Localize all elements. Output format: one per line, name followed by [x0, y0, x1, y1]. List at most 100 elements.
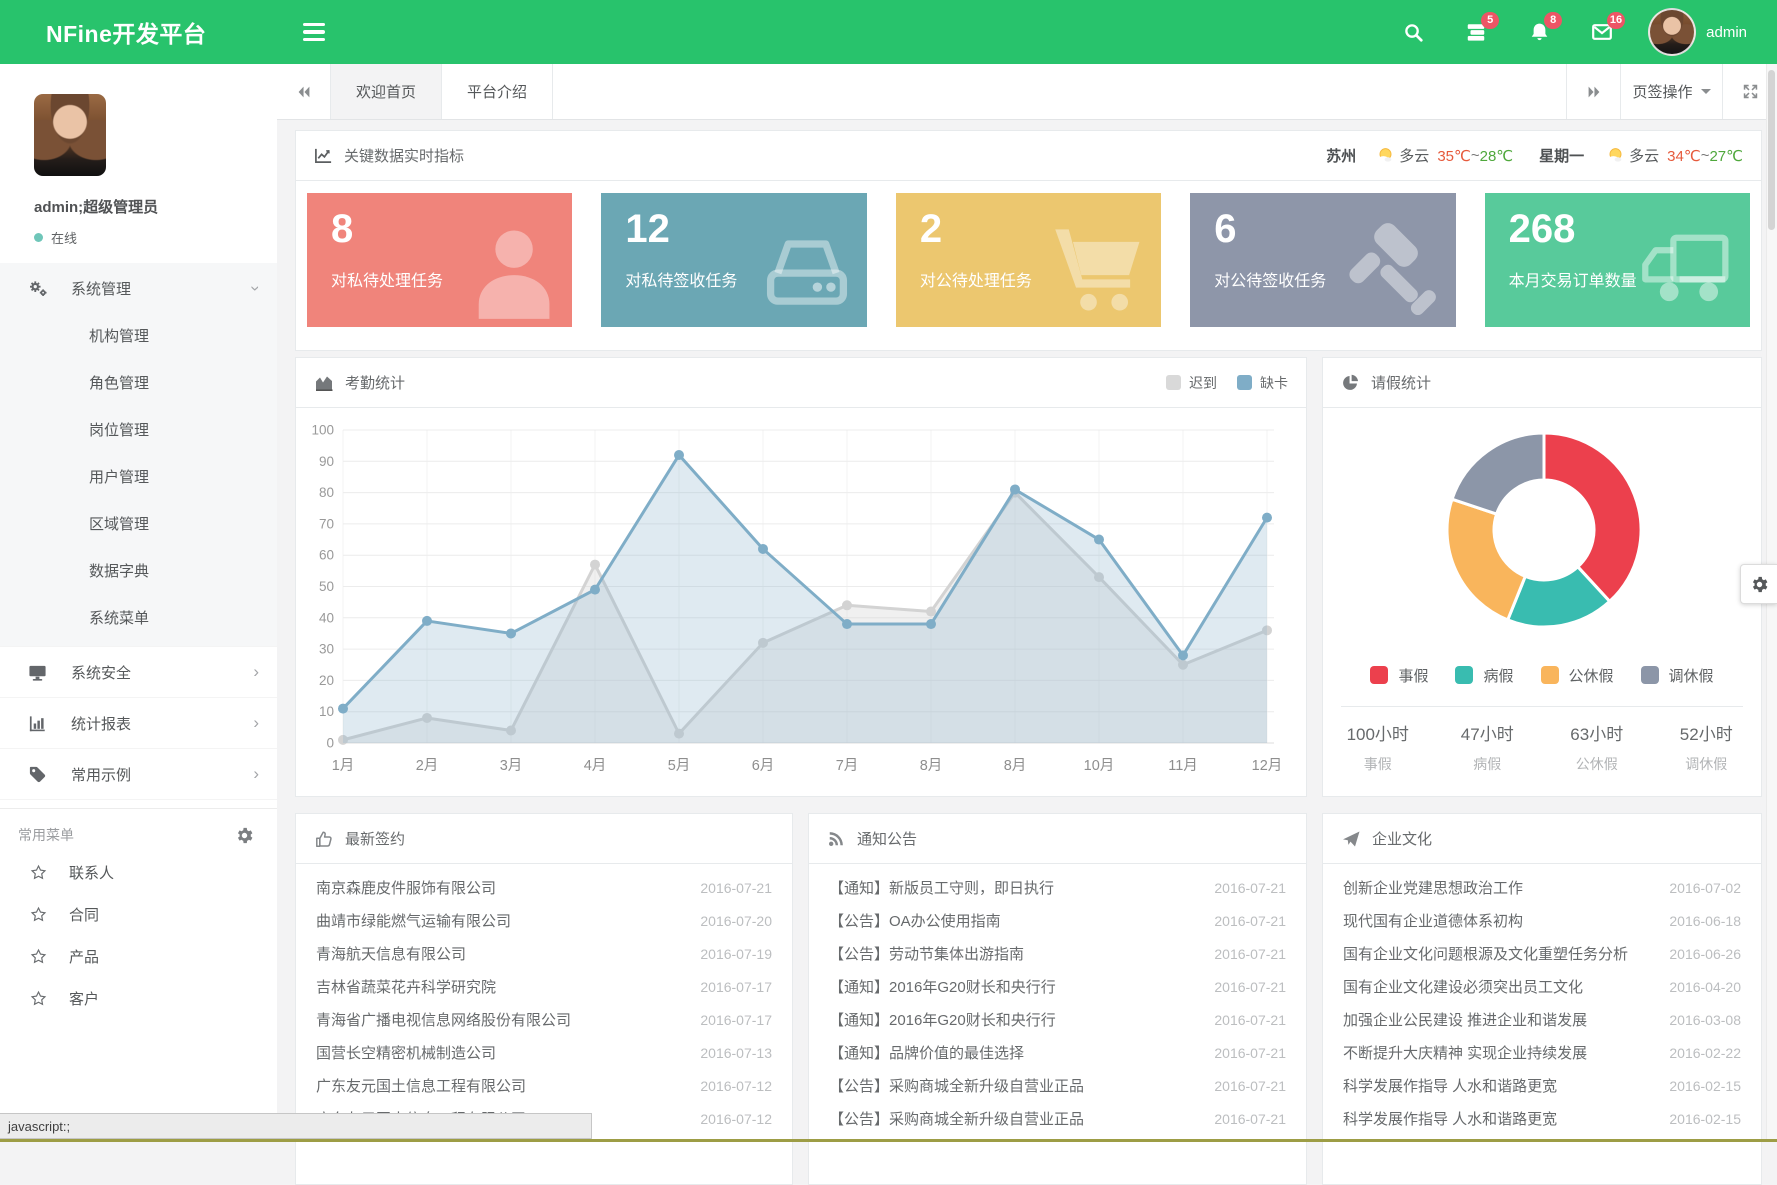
weather-today-high: 35℃: [1437, 147, 1471, 165]
list-item[interactable]: 国有企业文化建设必须突出员工文化2016-04-20: [1323, 970, 1761, 1003]
sidebar-subitem-user-management[interactable]: 用户管理: [0, 454, 277, 501]
list-item[interactable]: 【通知】2016年G20财长和央行行2016-07-21: [809, 970, 1306, 1003]
sidebar-item-system-security[interactable]: 系统安全›: [0, 647, 277, 697]
key-indicator-panel: 关键数据实时指标 苏州 多云 35℃ ~ 28℃ 星期一 多云 34℃ ~ 27…: [295, 130, 1762, 351]
list-item[interactable]: 【公告】采购商城全新升级自营业正品2016-07-21: [809, 1069, 1306, 1102]
corporate-culture-panel: 企业文化 创新企业党建思想政治工作2016-07-02现代国有企业道德体系初构2…: [1322, 813, 1762, 1185]
list-item[interactable]: 【通知】品牌价值的最佳选择2016-07-21: [809, 1036, 1306, 1069]
list-item[interactable]: 创新企业党建思想政治工作2016-07-02: [1323, 871, 1761, 904]
leave-stats-title: 请假统计: [1371, 372, 1431, 393]
sidebar-subitem-area-management[interactable]: 区域管理: [0, 501, 277, 548]
attendance-legend: 迟到缺卡: [1166, 373, 1288, 393]
list-item[interactable]: 吉林省蔬菜花卉科学研究院2016-07-17: [296, 970, 792, 1003]
messages-mail-icon[interactable]: 16: [1590, 20, 1614, 44]
stat-card-3[interactable]: 2对公待处理任务: [896, 193, 1161, 327]
list-item-title: 【通知】新版员工守则，即日执行: [829, 877, 1054, 898]
tab-platform-intro[interactable]: 平台介绍: [442, 64, 553, 119]
stat-card-2[interactable]: 12对私待签收任务: [601, 193, 866, 327]
list-item[interactable]: 曲靖市绿能燃气运输有限公司2016-07-20: [296, 904, 792, 937]
list-item[interactable]: 现代国有企业道德体系初构2016-06-18: [1323, 904, 1761, 937]
weather-tomorrow-high: 34℃: [1667, 147, 1701, 165]
list-item[interactable]: 青海航天信息有限公司2016-07-19: [296, 937, 792, 970]
list-item[interactable]: 国营长空精密机械制造公司2016-07-13: [296, 1036, 792, 1069]
sidebar-group-statistics-report: 统计报表›: [0, 698, 277, 749]
leave-stat-label: 事假: [1323, 754, 1433, 774]
leave-stat-value: 52小时: [1652, 720, 1762, 745]
profile-name: admin;超级管理员: [34, 196, 277, 217]
list-item[interactable]: 【公告】劳动节集体出游指南2016-07-21: [809, 937, 1306, 970]
sidebar-subitem-system-menu[interactable]: 系统菜单: [0, 595, 277, 642]
search-icon[interactable]: [1401, 20, 1425, 44]
weather-day-label: 星期一: [1539, 145, 1584, 166]
thumbs-up-icon: [314, 829, 334, 849]
list-item-date: 2016-02-15: [1669, 1078, 1741, 1094]
legend-item-缺卡[interactable]: 缺卡: [1237, 373, 1288, 393]
legend-item-迟到[interactable]: 迟到: [1166, 373, 1217, 393]
donut-legend-item-调休假[interactable]: 调休假: [1641, 665, 1714, 686]
weather-bar: 苏州 多云 35℃ ~ 28℃ 星期一 多云 34℃ ~ 27℃: [1326, 145, 1743, 166]
sidebar-item-statistics-report[interactable]: 统计报表›: [0, 698, 277, 748]
list-item[interactable]: 不断提升大庆精神 实现企业持续发展2016-02-22: [1323, 1036, 1761, 1069]
leave-stat-label: 公休假: [1542, 754, 1652, 774]
donut-legend-swatch: [1541, 666, 1559, 684]
tasks-icon[interactable]: 5: [1464, 20, 1488, 44]
sidebar-subitem-role-management[interactable]: 角色管理: [0, 360, 277, 407]
user-avatar[interactable]: [1648, 8, 1696, 56]
list-item[interactable]: 国有企业文化问题根源及文化重塑任务分析2016-06-26: [1323, 937, 1761, 970]
tabs-scroll-left-button[interactable]: [277, 64, 331, 119]
stat-card-1[interactable]: 8对私待处理任务: [307, 193, 572, 327]
donut-legend-item-公休假[interactable]: 公休假: [1541, 665, 1614, 686]
list-item[interactable]: 科学发展作指导 人水和谐路更宽2016-02-15: [1323, 1069, 1761, 1102]
favorite-item-contacts[interactable]: 联系人: [0, 851, 277, 893]
list-item[interactable]: 科学发展作指导 人水和谐路更宽2016-02-15: [1323, 1102, 1761, 1135]
notifications-bell-icon[interactable]: 8: [1527, 20, 1551, 44]
sidebar-nav: 系统管理›机构管理角色管理岗位管理用户管理区域管理数据字典系统菜单系统安全›统计…: [0, 263, 277, 800]
list-item-title: 【通知】2016年G20财长和央行行: [829, 1009, 1056, 1030]
list-item[interactable]: 【公告】采购商城全新升级自营业正品2016-07-21: [809, 1102, 1306, 1135]
sidebar-subitem-org-management[interactable]: 机构管理: [0, 313, 277, 360]
list-item[interactable]: 广东友元国土信息工程有限公司2016-07-12: [296, 1069, 792, 1102]
list-item-date: 2016-07-21: [1214, 1012, 1286, 1028]
stat-card-5[interactable]: 268本月交易订单数量: [1485, 193, 1750, 327]
favorites-gear-icon[interactable]: [236, 827, 253, 844]
donut-legend-item-病假[interactable]: 病假: [1455, 665, 1513, 686]
favorite-item-label: 客户: [69, 988, 99, 1009]
list-item-title: 青海航天信息有限公司: [316, 943, 466, 964]
rss-icon: [827, 829, 846, 848]
chevron-right-icon: ›: [253, 765, 259, 782]
favorite-item-product[interactable]: 产品: [0, 935, 277, 977]
stat-card-4[interactable]: 6对公待签收任务: [1190, 193, 1455, 327]
charts-row: 考勤统计 迟到缺卡 01020304050607080901001月2月3月4月…: [295, 357, 1762, 797]
menu-toggle-icon[interactable]: [303, 23, 325, 41]
list-item[interactable]: 【通知】2016年G20财长和央行行 2016-07-21: [809, 1003, 1306, 1036]
svg-text:100: 100: [311, 423, 334, 438]
favorites-section: 常用菜单 联系人合同产品客户: [0, 808, 277, 1019]
svg-text:6月: 6月: [752, 758, 775, 774]
favorite-item-contract[interactable]: 合同: [0, 893, 277, 935]
messages-badge: 16: [1607, 12, 1625, 29]
tab-welcome-home[interactable]: 欢迎首页: [331, 64, 442, 119]
favorite-item-customer[interactable]: 客户: [0, 977, 277, 1019]
vertical-scrollbar-thumb[interactable]: [1768, 70, 1775, 230]
username-label[interactable]: admin: [1706, 24, 1747, 41]
app-logo: NFine开发平台: [0, 15, 277, 49]
tabs-scroll-right-button[interactable]: [1566, 64, 1620, 119]
sidebar-subitem-data-dictionary[interactable]: 数据字典: [0, 548, 277, 595]
donut-legend-item-事假[interactable]: 事假: [1370, 665, 1428, 686]
tab-operations-dropdown[interactable]: 页签操作: [1620, 64, 1722, 119]
profile-block: admin;超级管理员 在线: [0, 64, 277, 247]
list-item-title: 【公告】劳动节集体出游指南: [829, 943, 1024, 964]
svg-text:90: 90: [319, 454, 334, 469]
sidebar-item-common-examples[interactable]: 常用示例›: [0, 749, 277, 799]
sidebar-item-system-management[interactable]: 系统管理›: [0, 263, 277, 313]
list-item[interactable]: 【公告】OA办公使用指南2016-07-21: [809, 904, 1306, 937]
list-item-date: 2016-07-17: [700, 979, 772, 995]
sidebar-subitem-post-management[interactable]: 岗位管理: [0, 407, 277, 454]
settings-flyout-button[interactable]: [1740, 564, 1777, 604]
list-item[interactable]: 南京森鹿皮件服饰有限公司2016-07-21: [296, 871, 792, 904]
list-item[interactable]: 加强企业公民建设 推进企业和谐发展2016-03-08: [1323, 1003, 1761, 1036]
list-item[interactable]: 青海省广播电视信息网络股份有限公司2016-07-17: [296, 1003, 792, 1036]
leave-stat-label: 病假: [1433, 754, 1543, 774]
list-item[interactable]: 【通知】新版员工守则，即日执行2016-07-21: [809, 871, 1306, 904]
donut-legend-swatch: [1370, 666, 1388, 684]
